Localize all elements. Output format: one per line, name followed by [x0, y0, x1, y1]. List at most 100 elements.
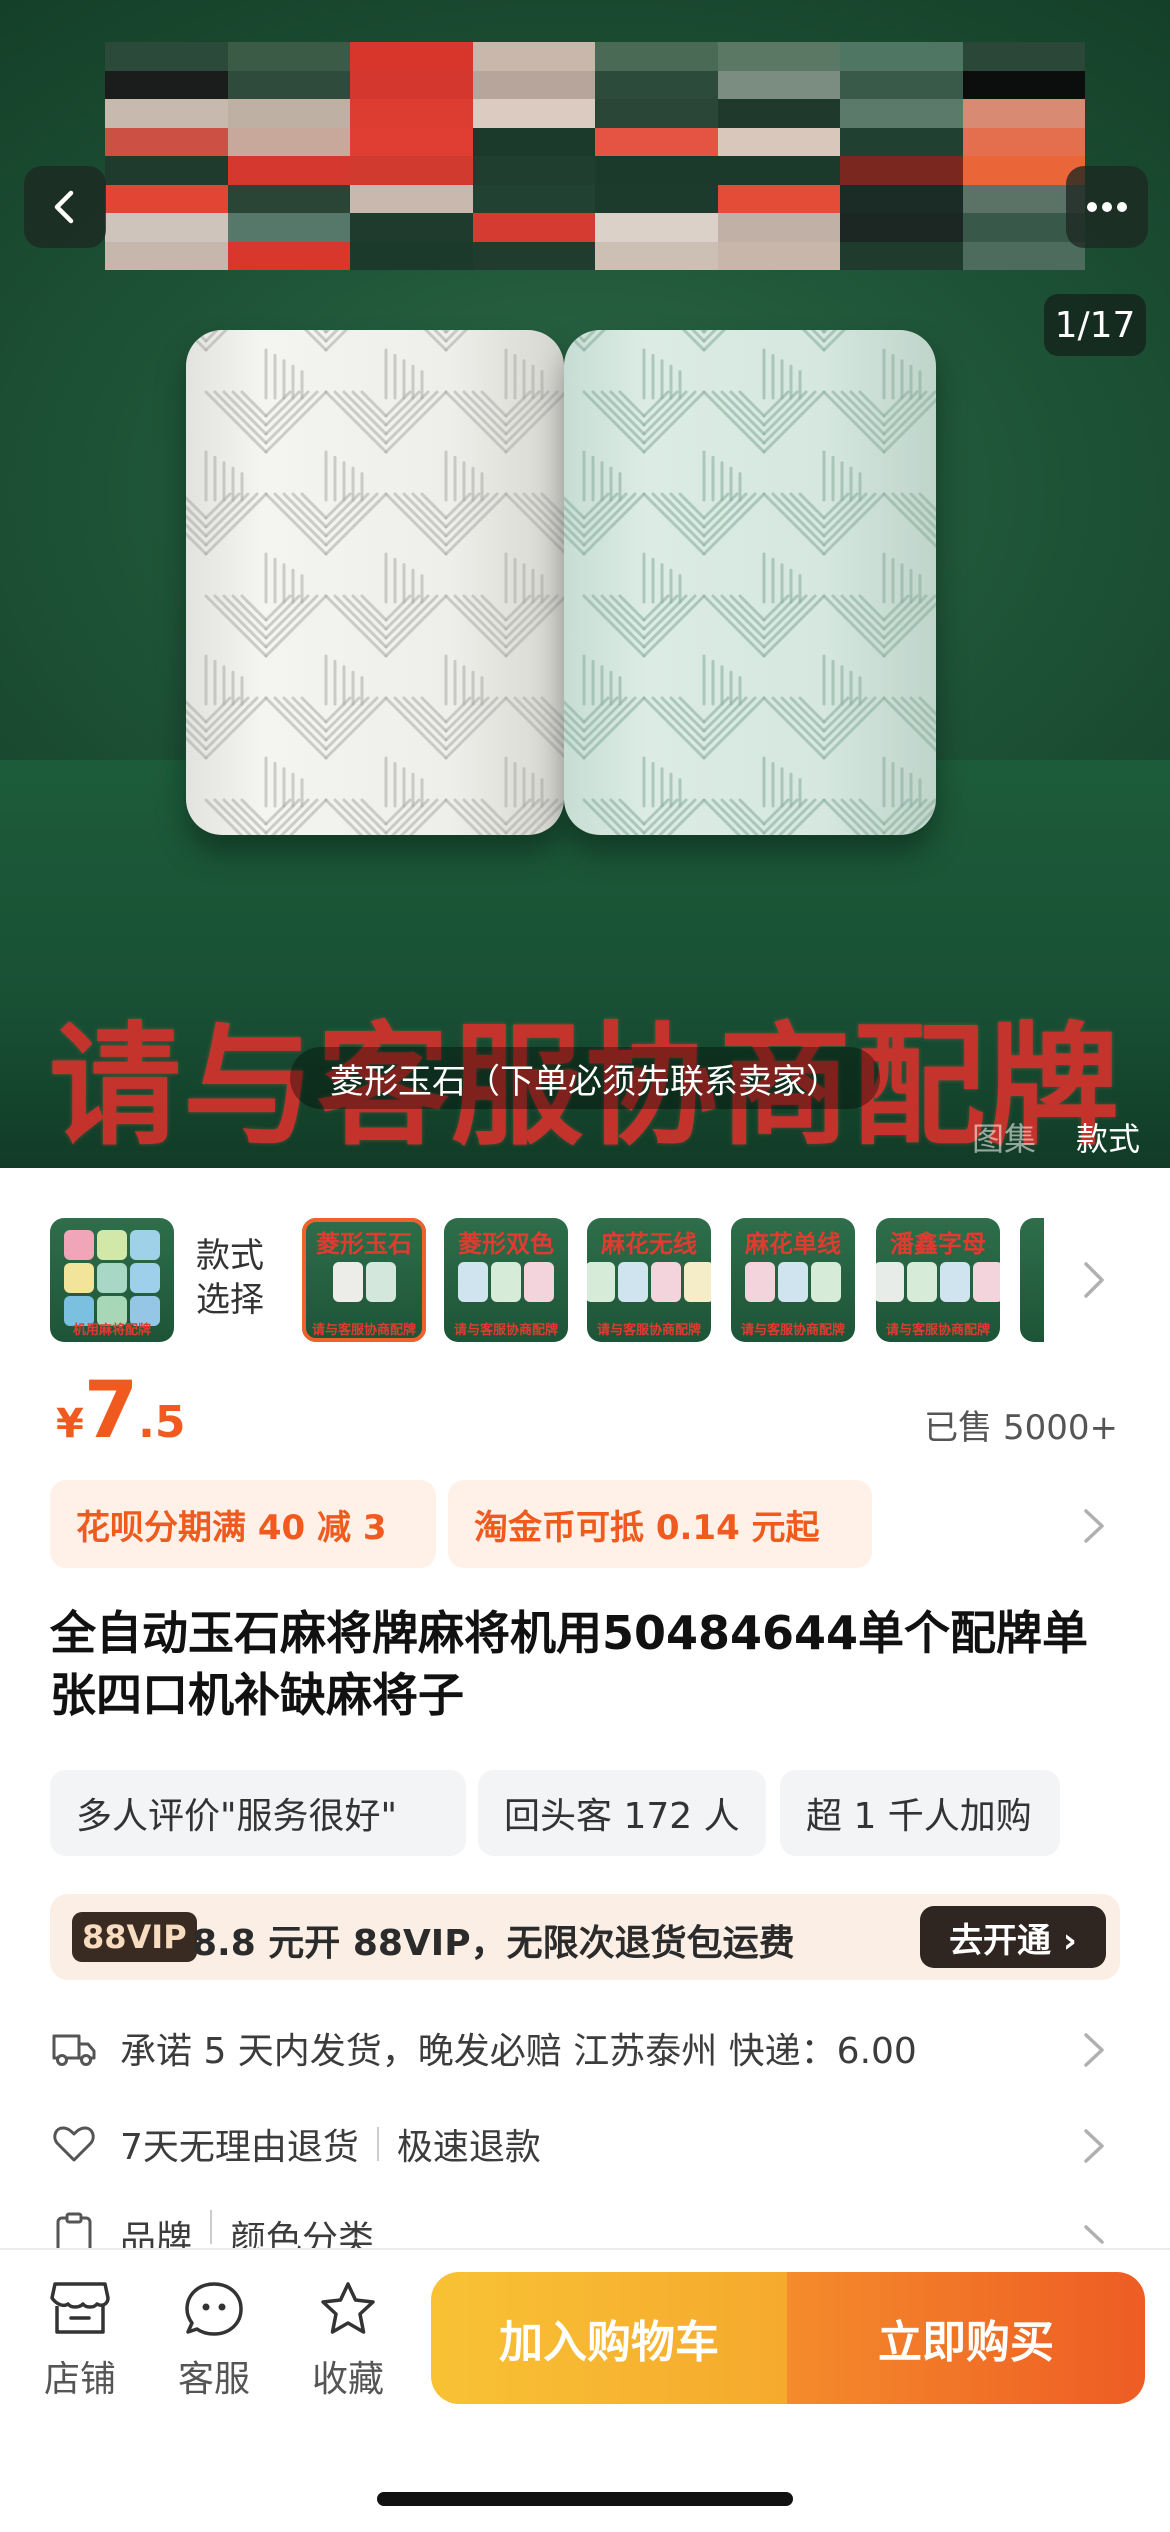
engraving-line: [789, 696, 826, 733]
shipping-text: 承诺 5 天内发货，晚发必赔 江苏泰州 快递：6.00: [120, 2031, 917, 2072]
mosaic-block: [717, 156, 840, 185]
mini-tile: [587, 1262, 615, 1302]
engraving-line: [231, 390, 268, 427]
mosaic-block: [472, 241, 595, 270]
tag-reviews[interactable]: 多人评价"服务很好": [50, 1770, 466, 1856]
chevron-right-icon[interactable]: [1080, 1258, 1108, 1302]
buy-now-button[interactable]: 立即购买: [787, 2272, 1145, 2404]
mini-tile: [778, 1262, 808, 1302]
favorite-button[interactable]: 收藏: [298, 2280, 398, 2402]
engraving-line: [462, 594, 508, 640]
chevron-right-icon[interactable]: [1080, 2126, 1108, 2166]
price-decimal: .5: [138, 1397, 186, 1448]
mosaic-block: [472, 70, 595, 99]
promo-taojinbi[interactable]: 淘金币可抵 0.14 元起: [448, 1480, 872, 1568]
truck-icon: [50, 2024, 98, 2072]
engraving-line: [582, 492, 646, 556]
returns-row[interactable]: 7天无理由退货 极速退款: [50, 2114, 1120, 2174]
engraving-line: [702, 696, 766, 760]
mini-tile: [64, 1263, 94, 1293]
engraving-line: [564, 495, 586, 520]
mosaic-block: [840, 127, 963, 156]
shipping-row[interactable]: 承诺 5 天内发货，晚发必赔 江苏泰州 快递：6.00: [50, 2018, 1120, 2078]
mini-tile: [524, 1262, 554, 1302]
engraving-line: [642, 594, 706, 658]
variant-thumb-lingxing-shuangse[interactable]: 菱形双色 请与客服协商配牌: [444, 1218, 568, 1342]
vip-open-button[interactable]: 去开通 ›: [920, 1906, 1106, 1968]
engraving-line: [264, 390, 328, 454]
engraving-line: [582, 798, 622, 835]
store-button[interactable]: 店铺: [30, 2280, 130, 2402]
mini-tile: [64, 1230, 94, 1260]
engraving-line: [822, 390, 886, 454]
tab-style[interactable]: 款式: [1076, 1114, 1140, 1160]
engraving-line: [324, 696, 370, 742]
engraving-line: [186, 699, 208, 724]
engraving-line: [471, 594, 508, 631]
engraving-line: [822, 696, 886, 760]
mini-tile: [811, 1262, 841, 1302]
mosaic-block: [717, 213, 840, 242]
engraving-line: [822, 696, 868, 742]
product-image-carousel[interactable]: 请与客服协商配牌 菱形玉石（下单必须先联系卖家） 图集 款式 1/17: [0, 0, 1170, 1168]
mosaic-block: [350, 42, 473, 71]
chevron-left-icon: [54, 190, 74, 224]
engraving-line: [582, 696, 628, 742]
engraving-line: [789, 492, 826, 529]
engraving-line: [582, 696, 646, 760]
mosaic-block: [350, 127, 473, 156]
mosaic-block: [595, 99, 718, 128]
engraving-line: [522, 492, 564, 537]
chevron-right-icon[interactable]: [1080, 2030, 1108, 2070]
mosaic-block: [840, 99, 963, 128]
tag-returning-customers[interactable]: 回头客 172 人: [478, 1770, 766, 1856]
engraving-line: [384, 390, 448, 454]
chevron-right-icon[interactable]: [1080, 1506, 1108, 1546]
add-to-cart-button[interactable]: 加入购物车: [431, 2272, 787, 2404]
mosaic-block: [227, 99, 350, 128]
variant-thumb-lingxing-yushi[interactable]: 菱形玉石 请与客服协商配牌: [302, 1218, 426, 1342]
variant-thumb-mahua-wuxian[interactable]: 麻花无线 请与客服协商配牌: [587, 1218, 711, 1342]
promo-huabei[interactable]: 花呗分期满 40 减 3: [50, 1480, 436, 1568]
engraving-line: [849, 390, 886, 427]
mosaic-block: [717, 127, 840, 156]
variant-thumb-mahua-danxian[interactable]: 麻花单线 请与客服协商配牌: [731, 1218, 855, 1342]
engraving-line: [822, 594, 886, 658]
variant-thumb-panxin-zimu[interactable]: 潘鑫字母 请与客服协商配牌: [876, 1218, 1000, 1342]
mahjong-tile-white: [186, 330, 564, 835]
engraving-line: [702, 594, 766, 658]
mosaic-block: [717, 184, 840, 213]
variant-thumb-partial[interactable]: [1020, 1218, 1044, 1342]
engraving-line: [882, 390, 928, 436]
style-select-label[interactable]: 款式选择: [196, 1234, 286, 1322]
tab-gallery[interactable]: 图集: [972, 1114, 1036, 1160]
mini-tile: [97, 1230, 127, 1260]
mini-tile: [130, 1230, 160, 1260]
engraving-line: [324, 330, 340, 343]
engraving-line: [504, 595, 564, 658]
mini-tile: [939, 1262, 970, 1302]
mini-tile: [617, 1262, 648, 1302]
product-title: 全自动玉石麻将牌麻将机用50484644单个配牌单张四口机补缺麻将子: [50, 1606, 1089, 1722]
mosaic-block: [350, 70, 473, 99]
mosaic-block: [717, 42, 840, 71]
chevron-right-icon[interactable]: [1080, 2222, 1108, 2248]
engraving-line: [264, 492, 328, 556]
variant-thumb-all[interactable]: 机用麻将配牌: [50, 1218, 174, 1342]
engraving-line: [444, 492, 508, 556]
mosaic-block: [717, 70, 840, 99]
engraving-line: [471, 798, 508, 835]
back-button[interactable]: [24, 166, 106, 248]
vip-banner[interactable]: 88VIP 8.8 元开 88VIP，无限次退货包运费 去开通 ›: [50, 1894, 1120, 1980]
engraving-line: [729, 390, 766, 427]
image-caption: 菱形玉石（下单必须先联系卖家）: [290, 1047, 880, 1109]
tag-cart-adds[interactable]: 超 1 千人加购: [780, 1770, 1060, 1856]
mosaic-block: [105, 70, 228, 99]
customer-service-button[interactable]: 客服: [164, 2280, 264, 2402]
engraving-line: [582, 390, 646, 454]
engraving-line: [384, 696, 448, 760]
mosaic-block: [595, 184, 718, 213]
more-button[interactable]: [1066, 166, 1148, 248]
engraving-line: [324, 492, 388, 556]
mosaic-block: [717, 99, 840, 128]
